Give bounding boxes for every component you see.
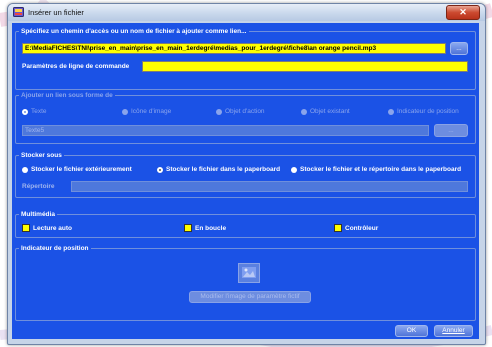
checkbox-icon [184,224,192,232]
path-group-legend: Spécifiez un chemin d'accès ou un nom de… [19,27,249,36]
checkbox-icon [22,224,30,232]
dialog-body: Spécifiez un chemin d'accès ou un nom de… [12,23,479,339]
ok-button[interactable]: OK [395,325,428,337]
radio-icon [301,108,307,115]
modify-placeholder-image-button[interactable]: Modifier l'image de paramètre fictif [189,291,311,303]
command-line-params-input[interactable] [142,61,468,72]
close-button[interactable]: ✕ [446,5,480,20]
store-group: Stocker sous Stocker le fichier extérieu… [15,151,476,198]
placeholder-image-icon [238,263,260,283]
radio-icon [388,108,394,115]
link-type-image-icon-radio[interactable]: Icône d'image [122,108,171,115]
radio-icon [122,108,128,115]
store-in-flipchart-radio[interactable]: Stocker le fichier dans le paperboard [157,166,280,173]
app-icon [13,7,24,17]
insert-file-dialog: Insérer un fichier ✕ Spécifiez un chemin… [7,3,486,345]
link-type-existing-object-radio[interactable]: Objet existant [301,108,350,115]
link-type-action-object-radio[interactable]: Objet d'action [216,108,265,115]
window-title: Insérer un fichier [28,8,84,17]
position-indicator-group: Indicateur de position Modifier l'image … [15,244,476,321]
link-type-group: Ajouter un lien sous forme de Texte Icôn… [15,91,476,144]
command-line-params-label: Paramètres de ligne de commande [22,63,130,70]
radio-selected-icon [157,166,163,173]
radio-icon [291,166,297,173]
directory-label: Répertoire [22,183,55,190]
position-indicator-legend: Indicateur de position [19,244,91,253]
store-group-legend: Stocker sous [19,151,64,160]
link-type-text-radio[interactable]: Texte [22,108,47,115]
link-type-position-indicator-radio[interactable]: Indicateur de position [388,108,459,115]
link-type-legend: Ajouter un lien sous forme de [19,91,115,100]
directory-input[interactable] [71,181,468,192]
store-file-and-dir-radio[interactable]: Stocker le fichier et le répertoire dans… [291,166,461,173]
controller-checkbox[interactable]: Contrôleur [334,224,378,232]
loop-checkbox[interactable]: En boucle [184,224,226,232]
radio-icon [216,108,222,115]
multimedia-group: Multimédia Lecture auto En boucle Contrô… [15,210,476,238]
checkbox-icon [334,224,342,232]
radio-icon [22,166,28,173]
close-icon: ✕ [459,7,467,17]
path-group: Spécifiez un chemin d'accès ou un nom de… [15,27,476,90]
store-external-radio[interactable]: Stocker le fichier extérieurement [22,166,132,173]
multimedia-legend: Multimédia [19,210,57,219]
cancel-button[interactable]: Annuler [434,325,473,337]
radio-selected-icon [22,108,28,115]
title-bar: Insérer un fichier ✕ [8,4,485,21]
file-path-input[interactable]: E:\MediaFICHES\TNI\prise_en_main\prise_e… [22,43,446,54]
link-browse-button[interactable]: ... [434,124,468,137]
link-text-input[interactable]: Texte5 [22,125,429,136]
browse-file-button[interactable]: ... [450,42,468,55]
autoplay-checkbox[interactable]: Lecture auto [22,224,72,232]
